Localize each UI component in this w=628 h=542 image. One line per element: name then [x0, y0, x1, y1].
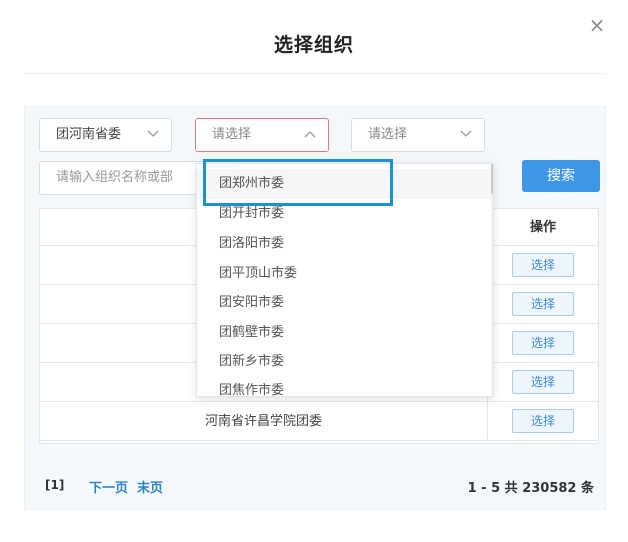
- province-select[interactable]: 团河南省委: [39, 118, 172, 152]
- select-button[interactable]: 选择: [512, 370, 574, 394]
- select-button[interactable]: 选择: [512, 409, 574, 433]
- dropdown-option-luoyang[interactable]: 团洛阳市委: [197, 229, 491, 259]
- row-operation-cell: 选择: [487, 324, 598, 363]
- chevron-up-icon: [304, 131, 316, 138]
- dropdown-option-jiaozuo[interactable]: 团焦作市委: [197, 376, 491, 396]
- province-select-value: 团河南省委: [56, 127, 122, 142]
- dropdown-option-xinxiang[interactable]: 团新乡市委: [197, 347, 491, 377]
- city-select-placeholder: 请选择: [212, 127, 252, 142]
- table-row: 河南省许昌学院团委 选择: [40, 402, 598, 441]
- select-organization-dialog: × 选择组织 团河南省委 请选择 请选择 请输入组织名称或部 搜索 操作 选择 …: [0, 0, 628, 542]
- city-select[interactable]: 请选择: [195, 118, 329, 152]
- pager-last-link[interactable]: 末页: [137, 477, 163, 496]
- table-header-operation: 操作: [487, 209, 598, 246]
- pager-next-link[interactable]: 下一页: [89, 477, 128, 496]
- dropdown-option-pingdingshan[interactable]: 团平顶山市委: [197, 259, 491, 289]
- row-org-name: 河南省许昌学院团委: [204, 414, 322, 429]
- dropdown-option-hebi[interactable]: 团鹤壁市委: [197, 318, 491, 348]
- row-operation-cell: 选择: [487, 363, 598, 402]
- dropdown-option-anyang[interactable]: 团安阳市委: [197, 288, 491, 318]
- select-button[interactable]: 选择: [512, 292, 574, 316]
- highlight-box: [203, 159, 393, 206]
- chevron-down-icon: [460, 130, 472, 137]
- search-button[interactable]: 搜索: [522, 160, 600, 192]
- row-operation-cell: 选择: [487, 285, 598, 324]
- row-operation-cell: 选择: [487, 246, 598, 285]
- select-button[interactable]: 选择: [512, 253, 574, 277]
- select-button[interactable]: 选择: [512, 331, 574, 355]
- district-select[interactable]: 请选择: [351, 118, 485, 152]
- pager-current-page: [1]: [45, 478, 65, 492]
- district-select-placeholder: 请选择: [368, 127, 408, 142]
- row-operation-cell: 选择: [487, 402, 598, 441]
- pager-summary: 1 - 5 共 230582 条: [467, 481, 594, 496]
- chevron-down-icon: [147, 130, 159, 137]
- dropdown-scrollbar-thumb[interactable]: [491, 164, 493, 194]
- title-divider: [24, 73, 604, 74]
- dialog-title: 选择组织: [273, 34, 354, 56]
- dropdown-scrollbar[interactable]: [491, 164, 493, 396]
